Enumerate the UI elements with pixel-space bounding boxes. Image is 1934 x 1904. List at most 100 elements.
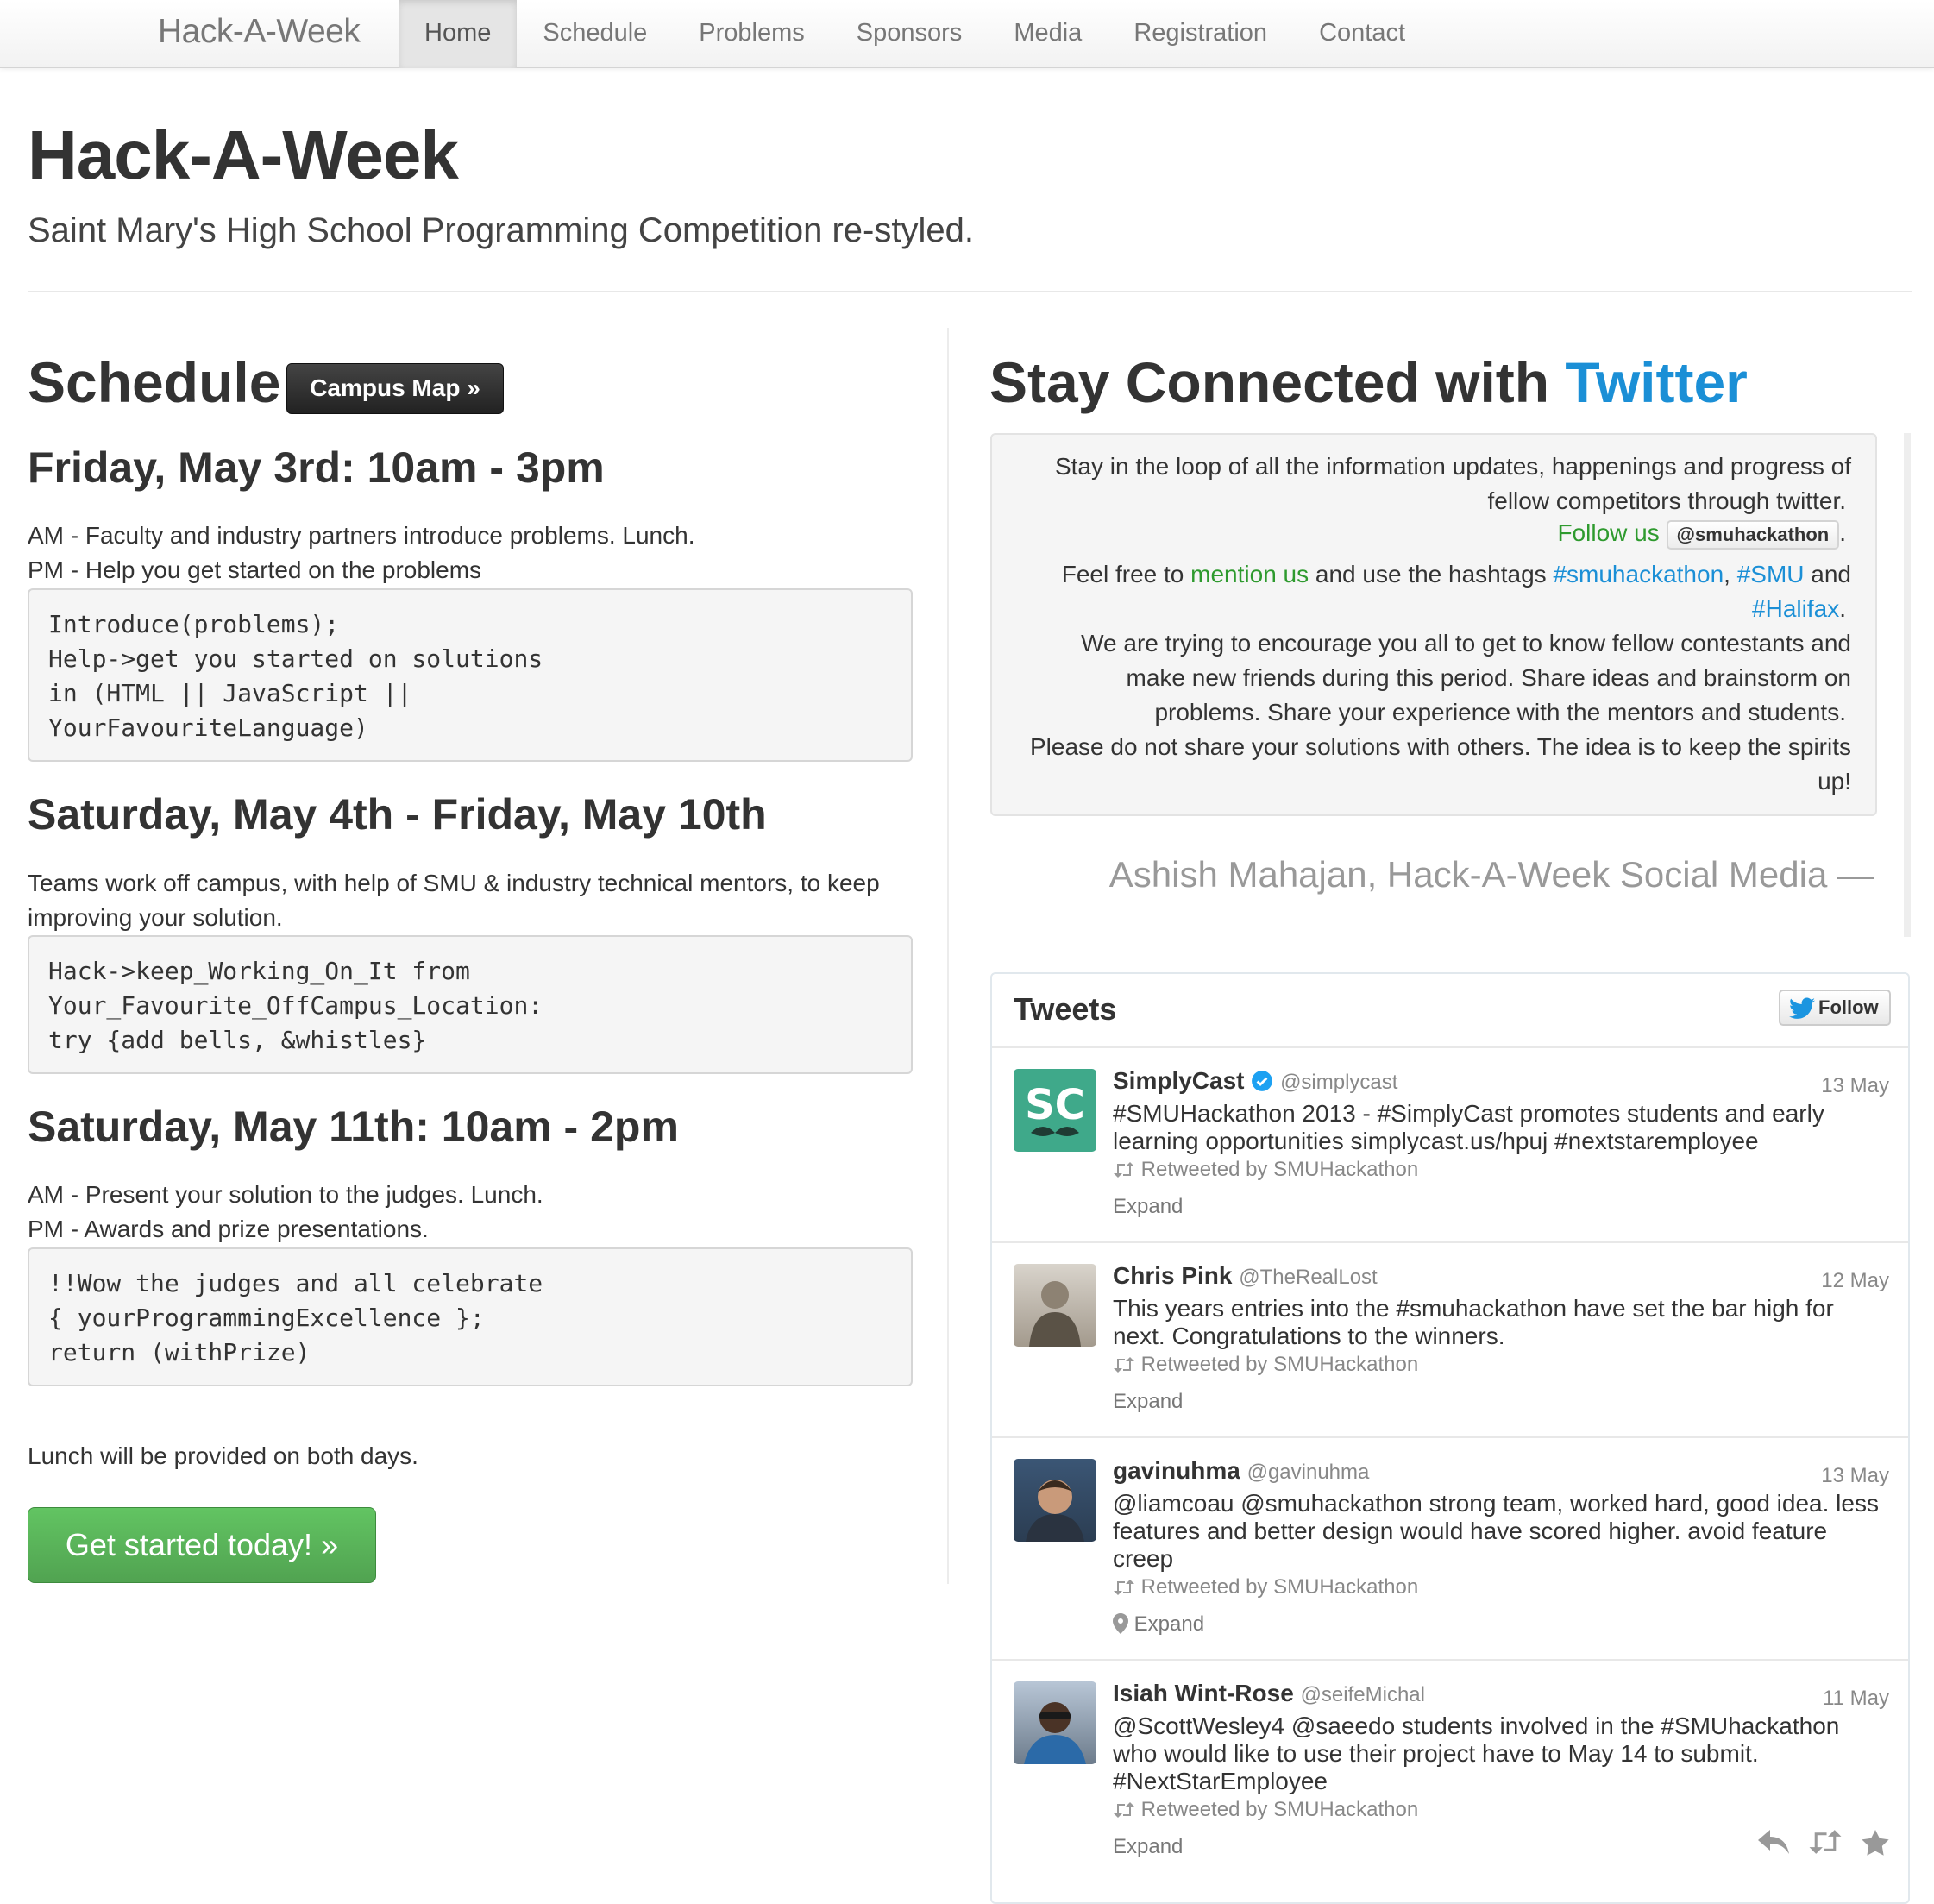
tweet-text: This years entries into the #smuhackatho… — [1113, 1295, 1834, 1349]
tweet-date[interactable]: 12 May — [1821, 1269, 1889, 1293]
tweet-date[interactable]: 13 May — [1821, 1464, 1889, 1488]
hashtag-halifax-link[interactable]: #Halifax — [1752, 595, 1839, 622]
campus-map-button[interactable]: Campus Map » — [286, 363, 504, 414]
twitter-bird-icon — [1789, 997, 1815, 1030]
author-handle: @TheRealLost — [1239, 1266, 1378, 1289]
tweet-item[interactable]: Isiah Wint-Rose @seifeMichal 11 May @Sco… — [992, 1661, 1908, 1885]
and-text: and — [1811, 561, 1851, 588]
page-title: Hack-A-Week — [28, 116, 459, 193]
day-heading-2: Saturday, May 4th - Friday, May 10th — [28, 790, 767, 839]
day-1-line-am: AM - Faculty and industry partners intro… — [28, 522, 695, 549]
mention-us-link[interactable]: mention us — [1190, 561, 1309, 588]
expand-link[interactable]: Expand — [1113, 1835, 1183, 1859]
smuhackathon-handle-button[interactable]: @smuhackathon — [1666, 519, 1840, 550]
get-started-button[interactable]: Get started today! » — [28, 1507, 376, 1583]
nav-item-problems[interactable]: Problems — [673, 0, 831, 68]
follow-button[interactable]: Follow — [1779, 990, 1891, 1026]
nav-menu: Home Schedule Problems Sponsors Media Re… — [399, 0, 1431, 68]
retweet-line: Retweeted by SMUHackathon — [1113, 1158, 1418, 1182]
quote-line-6: make new friends during this period. Sha… — [1126, 664, 1851, 691]
follow-label: Follow — [1818, 996, 1879, 1018]
tweet-date[interactable]: 13 May — [1821, 1074, 1889, 1098]
tweet-text: #SMUHackathon 2013 - #SimplyCast promote… — [1113, 1100, 1824, 1154]
tweet-date[interactable]: 11 May — [1823, 1687, 1889, 1711]
day-3-code-block: !!Wow the judges and all celebrate { you… — [28, 1247, 913, 1386]
hashtag-smu-link[interactable]: #SMU — [1737, 561, 1805, 588]
avatar-logo-text: SC — [1025, 1081, 1085, 1129]
quote-line-1: Stay in the loop of all the information … — [1054, 453, 1851, 480]
tweet-author[interactable]: SimplyCast @simplycast — [1113, 1067, 1397, 1095]
reply-icon[interactable] — [1758, 1830, 1789, 1860]
heading-prefix: Stay Connected with — [989, 350, 1550, 414]
day-3-line-pm: PM - Awards and prize presentations. — [28, 1216, 429, 1242]
expand-row: Expand — [1113, 1612, 1204, 1637]
timeline-title: Tweets — [1014, 991, 1117, 1027]
follow-us-link[interactable]: Follow us — [1557, 519, 1659, 546]
hashtag-smuhackathon-link[interactable]: #smuhackathon — [1553, 561, 1724, 588]
tweet-text: @ScottWesley4 @saeedo students involved … — [1113, 1712, 1840, 1794]
halifax-period: . — [1839, 595, 1846, 622]
heading-twitter: Twitter — [1565, 350, 1748, 414]
author-name: Isiah Wint-Rose — [1113, 1680, 1294, 1706]
nav-item-registration[interactable]: Registration — [1108, 0, 1293, 68]
tweet-item[interactable]: SC SimplyCast @simplycast 13 May #SMUHac… — [992, 1048, 1908, 1243]
author-name: SimplyCast — [1113, 1067, 1245, 1094]
tweet-item[interactable]: Chris Pink @TheRealLost 12 May This year… — [992, 1243, 1908, 1438]
day-1-code-block: Introduce(problems); Help->get you start… — [28, 588, 913, 762]
day-2-code-block: Hack->keep_Working_On_It from Your_Favou… — [28, 935, 913, 1074]
nav-item-contact[interactable]: Contact — [1293, 0, 1431, 68]
tweet-author[interactable]: gavinuhma @gavinuhma — [1113, 1457, 1369, 1485]
retweet-icon — [1113, 1798, 1141, 1821]
tweet-actions — [1758, 1830, 1889, 1860]
favorite-star-icon[interactable] — [1862, 1830, 1889, 1860]
page-subtitle: Saint Mary's High School Programming Com… — [28, 211, 974, 249]
expand-link[interactable]: Expand — [1113, 1390, 1183, 1414]
author-handle: @seifeMichal — [1300, 1683, 1425, 1706]
stay-connected-heading: Stay Connected with Twitter — [989, 349, 1748, 415]
verified-badge-icon — [1251, 1067, 1280, 1094]
quote-line-follow: Follow us @smuhackathon. — [1557, 519, 1846, 550]
quote-line-7: problems. Share your experience with the… — [1154, 699, 1846, 726]
isiah-wint-rose-avatar[interactable] — [1014, 1681, 1096, 1764]
quote-line-5: We are trying to encourage you all to ge… — [1081, 630, 1851, 657]
location-pin-icon — [1113, 1612, 1134, 1636]
day-3-line-am: AM - Present your solution to the judges… — [28, 1181, 543, 1208]
gavinuhma-avatar[interactable] — [1014, 1459, 1096, 1542]
tweet-item[interactable]: gavinuhma @gavinuhma 13 May @liamcoau @s… — [992, 1438, 1908, 1661]
use-hashtags-text: and use the hashtags — [1315, 561, 1547, 588]
quote-line-2: fellow competitors through twitter. — [1487, 487, 1846, 514]
day-heading-1: Friday, May 3rd: 10am - 3pm — [28, 443, 605, 492]
retweet-action-icon[interactable] — [1808, 1830, 1843, 1860]
tweet-text: @liamcoau @smuhackathon strong team, wor… — [1113, 1490, 1879, 1572]
author-handle: @gavinuhma — [1246, 1461, 1370, 1484]
twitter-timeline-widget: Tweets Follow SC SimplyCast @simplycast … — [990, 972, 1910, 1904]
retweeted-by: Retweeted by SMUHackathon — [1140, 1158, 1419, 1181]
retweeted-by: Retweeted by SMUHackathon — [1140, 1798, 1419, 1821]
retweet-line: Retweeted by SMUHackathon — [1113, 1798, 1418, 1822]
nav-item-home[interactable]: Home — [399, 0, 518, 68]
retweet-line: Retweeted by SMUHackathon — [1113, 1575, 1418, 1599]
day-2-description: Teams work off campus, with help of SMU … — [28, 870, 880, 931]
hashtag-comma: , — [1724, 561, 1730, 588]
author-handle: @simplycast — [1280, 1071, 1398, 1094]
brand-link[interactable]: Hack-A-Week — [158, 13, 361, 51]
retweet-icon — [1113, 1575, 1141, 1599]
quote-line-9: up! — [1818, 768, 1851, 795]
retweet-line: Retweeted by SMUHackathon — [1113, 1353, 1418, 1377]
expand-link[interactable]: Expand — [1113, 1195, 1183, 1219]
feel-free-text: Feel free to — [1061, 561, 1184, 588]
nav-item-media[interactable]: Media — [988, 0, 1108, 68]
schedule-heading: Schedule — [28, 350, 281, 414]
nav-item-sponsors[interactable]: Sponsors — [831, 0, 989, 68]
retweeted-by: Retweeted by SMUHackathon — [1140, 1575, 1419, 1599]
tweet-author[interactable]: Isiah Wint-Rose @seifeMichal — [1113, 1680, 1425, 1707]
nav-item-schedule[interactable]: Schedule — [517, 0, 673, 68]
day-heading-3: Saturday, May 11th: 10am - 2pm — [28, 1103, 679, 1151]
retweeted-by: Retweeted by SMUHackathon — [1140, 1353, 1419, 1376]
simplycast-avatar[interactable]: SC — [1014, 1069, 1096, 1152]
chris-pink-avatar[interactable] — [1014, 1264, 1096, 1347]
lunch-note: Lunch will be provided on both days. — [28, 1442, 418, 1469]
expand-link[interactable]: Expand — [1134, 1612, 1204, 1636]
hero-divider — [28, 291, 1912, 292]
tweet-author[interactable]: Chris Pink @TheRealLost — [1113, 1262, 1378, 1290]
